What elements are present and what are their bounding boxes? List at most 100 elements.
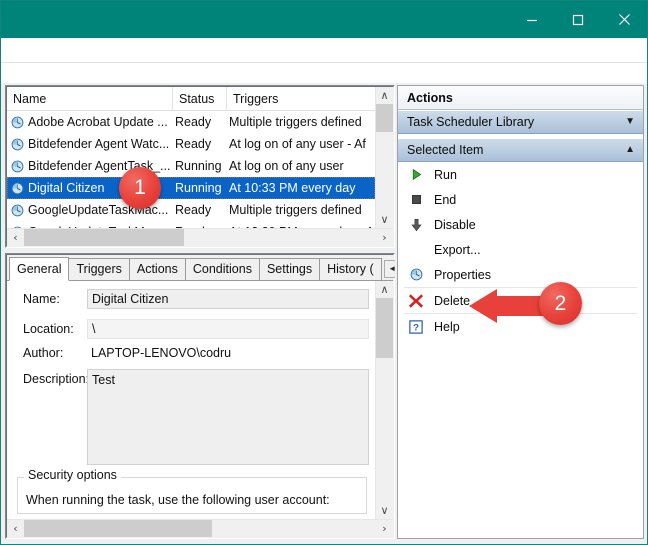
table-row[interactable]: Adobe Acrobat Update ... Ready Multiple tr…: [7, 111, 375, 133]
hscroll-track[interactable]: [24, 229, 376, 246]
scroll-right-button[interactable]: ›: [376, 229, 393, 246]
column-header-triggers[interactable]: Triggers: [227, 87, 375, 110]
svg-text:?: ?: [413, 322, 419, 333]
task-triggers-cell: At 10:33 PM every day: [229, 181, 356, 195]
detail-hscrollbar[interactable]: ‹ ›: [7, 519, 393, 537]
section-task-scheduler-library[interactable]: Task Scheduler Library ▼: [398, 110, 643, 134]
action-item-export[interactable]: Export...: [398, 237, 643, 262]
detail-scroll-right-button[interactable]: ›: [376, 520, 393, 537]
task-triggers-cell: At log on of any user: [229, 159, 344, 173]
detail-hscroll-track[interactable]: [24, 520, 376, 537]
detail-vscrollbar[interactable]: ∧ ∨: [375, 281, 393, 519]
clock-icon: [11, 116, 24, 129]
detail-scroll-down-button[interactable]: ∨: [376, 502, 393, 519]
action-item-label: Disable: [434, 217, 476, 232]
section-label: Selected Item: [407, 143, 484, 157]
action-item-properties[interactable]: Properties: [398, 262, 643, 287]
section-selected-item[interactable]: Selected Item ▲: [398, 138, 643, 162]
table-row[interactable]: Bitdefender AgentTask_... Running At log o…: [7, 155, 375, 177]
detail-scroll-left-button[interactable]: ‹: [7, 520, 24, 537]
task-list-rows: Adobe Acrobat Update ... Ready Multiple tr…: [7, 111, 375, 228]
close-button[interactable]: [601, 1, 647, 38]
action-item-label: End: [434, 192, 457, 207]
action-item-end[interactable]: End: [398, 187, 643, 212]
tool-bar[interactable]: [1, 63, 647, 83]
tab-actions[interactable]: Actions: [128, 258, 186, 280]
column-header-status[interactable]: Status: [173, 87, 227, 110]
section-label: Task Scheduler Library: [407, 115, 535, 129]
detail-scroll-up-button[interactable]: ∧: [376, 281, 393, 298]
task-status-cell: Ready: [175, 203, 212, 217]
task-list-header: Name Status Triggers: [7, 87, 375, 111]
name-field[interactable]: Digital Citizen: [87, 289, 369, 309]
detail-vscroll-track[interactable]: [376, 298, 393, 502]
no-icon: [408, 242, 424, 258]
chevron-up-icon: ∧: [380, 89, 389, 102]
task-list-vscrollbar[interactable]: ∧ ∨: [375, 87, 393, 228]
task-name-label: Bitdefender Agent Watc...: [28, 137, 170, 151]
chevron-left-icon: ‹: [13, 522, 18, 535]
callout-badge-2: 2: [539, 282, 582, 325]
scroll-up-button[interactable]: ∧: [376, 87, 393, 104]
clock-icon: [11, 182, 24, 195]
detail-hscroll-thumb[interactable]: [24, 520, 212, 537]
clock-icon: [11, 160, 24, 173]
field-row-name: Name: Digital Citizen: [7, 289, 375, 309]
security-options-text: When running the task, use the following…: [26, 493, 330, 507]
action-item-run[interactable]: Run: [398, 162, 643, 187]
chevron-up-icon[interactable]: ▲: [625, 145, 635, 155]
chevron-down-icon: ∨: [380, 213, 389, 226]
table-row[interactable]: GoogleUpdateTaskMac... Ready Multiple trig…: [7, 199, 375, 221]
tab-settings[interactable]: Settings: [258, 258, 321, 280]
title-bar: [1, 1, 647, 38]
vscroll-track[interactable]: [376, 104, 393, 211]
table-row[interactable]: GoogleUpdateTaskMac... ReadyAt 12:29 PM e…: [7, 221, 375, 228]
action-item-label: Delete: [434, 293, 471, 308]
action-item-label: Run: [434, 167, 457, 182]
action-item-label: Export...: [434, 242, 481, 257]
task-triggers-cell: Multiple triggers defined: [229, 115, 362, 129]
chevron-down-icon[interactable]: ▼: [625, 117, 635, 127]
actions-panel-filler: [398, 339, 643, 538]
task-list[interactable]: Name Status Triggers Adobe Acrobat Updat…: [7, 87, 375, 228]
location-label: Location:: [23, 322, 74, 336]
name-label: Name:: [23, 292, 60, 306]
menu-bar[interactable]: [1, 38, 647, 63]
table-row[interactable]: Digital Citizen Running At 10:33 PM every …: [7, 177, 375, 199]
chevron-left-icon: ‹: [13, 231, 18, 244]
scroll-left-button[interactable]: ‹: [7, 229, 24, 246]
minimize-button[interactable]: [509, 1, 555, 38]
description-field[interactable]: Test: [87, 369, 369, 465]
description-label: Description:: [23, 372, 89, 386]
task-name-label: GoogleUpdateTaskMac...: [28, 225, 168, 228]
task-name-label: Digital Citizen: [28, 181, 105, 195]
author-value: LAPTOP-LENOVO\codru: [91, 346, 232, 360]
callout-badge-1: 1: [119, 167, 161, 209]
security-options-group: Security options When running the task, …: [17, 468, 367, 514]
red-x-icon: [408, 293, 424, 309]
task-list-hscrollbar[interactable]: ‹ ›: [7, 228, 393, 246]
action-item-label: Help: [434, 319, 460, 334]
stop-square-icon: [408, 192, 424, 208]
detail-tabstrip[interactable]: General Triggers Actions Conditions Settings…: [7, 255, 420, 281]
author-label: Author:: [23, 346, 64, 360]
task-status-cell: Running: [175, 181, 222, 195]
blue-question-icon: ?: [408, 319, 424, 335]
scroll-down-button[interactable]: ∨: [376, 211, 393, 228]
down-arrow-icon: [408, 217, 424, 233]
chevron-right-icon: ›: [382, 522, 387, 535]
detail-vscroll-thumb[interactable]: [376, 298, 393, 358]
column-header-name[interactable]: Name: [7, 87, 173, 110]
task-triggers-cell: Multiple triggers defined: [229, 203, 362, 217]
tab-triggers[interactable]: Triggers: [68, 258, 130, 280]
hscroll-thumb[interactable]: [24, 229, 184, 246]
table-row[interactable]: Bitdefender Agent Watc... Ready At log on …: [7, 133, 375, 155]
tab-conditions[interactable]: Conditions: [184, 258, 260, 280]
tab-general[interactable]: General: [9, 257, 70, 281]
action-item-disable[interactable]: Disable: [398, 212, 643, 237]
tab-history[interactable]: History (: [319, 258, 382, 280]
location-field: \: [87, 319, 369, 339]
maximize-button[interactable]: [555, 1, 601, 38]
vscroll-thumb[interactable]: [376, 104, 393, 132]
run-play-icon: [408, 167, 424, 183]
